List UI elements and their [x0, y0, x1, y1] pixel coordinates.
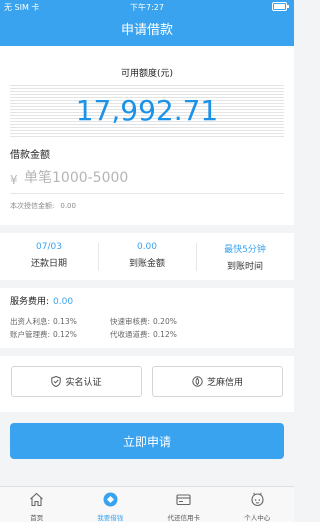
fee-item: 出资人利息: 0.13% — [10, 316, 77, 327]
fee-value: 0.13% — [53, 317, 77, 326]
repayment-date-stat: 07/03 还款日期 — [0, 242, 98, 269]
tab-home[interactable]: 首页 — [0, 487, 74, 522]
status-time: 下午7:27 — [130, 3, 164, 12]
real-name-verify-label: 实名认证 — [65, 378, 102, 388]
service-fees-panel: 服务费用: 0.00 出资人利息: 0.13% 快速审核费: 0.20% 账户管理费:… — [0, 288, 294, 348]
fee-label: 代收通道费: — [110, 330, 151, 339]
arrival-time-value: 最快5分钟 — [224, 245, 266, 255]
fee-item: 快速审核费: 0.20% — [110, 316, 177, 327]
fee-value: 0.20% — [153, 317, 177, 326]
arrival-time-stat: 最快5分钟 到账时间 — [196, 242, 294, 272]
credit-line-value: 0.00 — [60, 202, 76, 210]
apply-now-button[interactable]: 立即申请 — [10, 423, 284, 459]
tab-bar: 首页 我要借钱 代还信用卡 个人中心 — [0, 486, 294, 522]
arrival-time-label: 到账时间 — [226, 262, 263, 272]
borrow-amount-label: 借款金额 — [10, 150, 50, 161]
credit-line-row: 本次授信金额: 0.00 — [10, 201, 76, 211]
sesame-credit-label: 芝麻信用 — [206, 378, 243, 388]
fee-label: 出资人利息: — [10, 317, 51, 326]
arrival-amount-label: 到账金额 — [128, 259, 165, 269]
fee-value: 0.12% — [153, 330, 177, 339]
tab-borrow-label: 我要借钱 — [97, 514, 124, 522]
borrow-icon — [103, 492, 117, 507]
home-icon — [30, 492, 43, 507]
currency-symbol: ¥ — [10, 173, 18, 187]
status-bar: 无 SIM 卡 下午7:27 — [0, 0, 294, 15]
tab-credit-card-repay-label: 代还信用卡 — [167, 514, 201, 522]
service-fees-title: 服务费用: — [10, 297, 50, 307]
available-credit-amount: 17,992.71 — [75, 94, 219, 127]
real-name-verify-button[interactable]: 实名认证 — [11, 366, 142, 397]
fee-item: 代收通道费: 0.12% — [110, 329, 177, 340]
service-fees-total: 0.00 — [53, 297, 74, 307]
divider — [10, 193, 284, 194]
fee-value: 0.12% — [53, 330, 77, 339]
page-title: 申请借款 — [120, 23, 173, 38]
verification-buttons: 实名认证 芝麻信用 — [0, 356, 294, 412]
available-credit-box: 17,992.71 — [10, 85, 284, 137]
loan-stats: 07/03 还款日期 0.00 到账金额 最快5分钟 到账时间 — [0, 233, 294, 280]
nav-bar: 申请借款 — [0, 15, 294, 46]
repayment-date-label: 还款日期 — [30, 259, 67, 269]
available-credit-label: 可用额度(元) — [120, 69, 174, 79]
sesame-credit-icon — [192, 376, 203, 387]
fee-label: 账户管理费: — [10, 330, 51, 339]
tab-profile-label: 个人中心 — [244, 514, 271, 522]
credit-line-label: 本次授信金额: — [10, 202, 55, 210]
credit-card-icon — [176, 494, 191, 506]
fee-label: 快速审核费: — [110, 317, 151, 326]
credit-card-panel: 可用额度(元) 17,992.71 借款金额 ¥ 本次授信金额: 0.00 — [0, 46, 294, 225]
sesame-credit-button[interactable]: 芝麻信用 — [152, 366, 283, 397]
fee-item: 账户管理费: 0.12% — [10, 329, 77, 340]
arrival-amount-value: 0.00 — [136, 242, 158, 252]
tab-home-label: 首页 — [30, 514, 44, 522]
repayment-date-value: 07/03 — [36, 242, 62, 252]
service-fees-header: 服务费用: 0.00 — [10, 294, 73, 307]
borrow-amount-input[interactable] — [24, 168, 264, 188]
shield-check-icon — [51, 376, 62, 387]
tab-borrow[interactable]: 我要借钱 — [74, 487, 148, 522]
arrival-amount-stat: 0.00 到账金额 — [98, 242, 196, 269]
battery-icon — [272, 2, 290, 13]
user-icon — [250, 492, 264, 507]
tab-credit-card-repay[interactable]: 代还信用卡 — [147, 487, 221, 522]
tab-profile[interactable]: 个人中心 — [221, 487, 295, 522]
